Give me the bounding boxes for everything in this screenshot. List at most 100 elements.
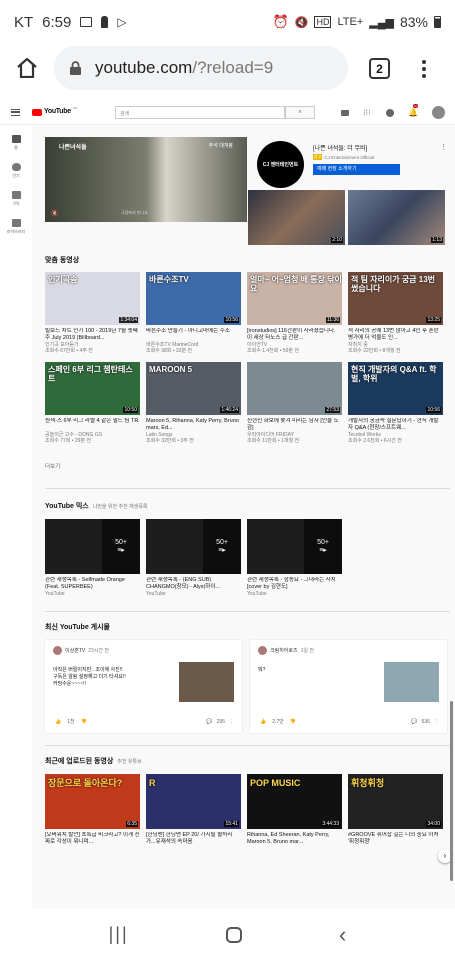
video-thumbnail[interactable]: 인기곡송 1:34:04 <box>45 272 140 325</box>
video-title[interactable]: 개발자의 궁금속 질문답하기 - 현직 개발자 Q&A (현장/스프트웨... <box>348 418 443 432</box>
video-card[interactable]: POP MUSIC 3:44:33 Rihanna, Ed Sheeran, K… <box>247 774 342 846</box>
like-icon[interactable]: 👍 <box>260 719 266 725</box>
mix-title[interactable]: 관련 재생목록 - (ENG SUB) CHANGMO(창모) - Alys(하… <box>146 577 241 591</box>
post-card[interactable]: 크림히어로즈 1일 전 뭐? 👍 2.7만 👎 💬 536 ⋮ <box>250 640 447 733</box>
video-meta: 조회수 67만회 • 4주 전 <box>45 348 93 354</box>
video-card[interactable]: 현직 개발자의 Q&A ft. 학벌, 학위 10:56 개발자의 궁금속 질문… <box>348 362 443 444</box>
post-channel[interactable]: 이상훈TV <box>65 647 85 654</box>
like-icon[interactable]: 👍 <box>55 719 61 725</box>
post-channel[interactable]: 크림히어로즈 <box>270 647 298 654</box>
mix-card[interactable]: 50+ ≡▸ 관련 재생목록 - (ENG SUB) CHANGMO(창모) -… <box>146 519 241 597</box>
clock: 6:59 <box>42 13 72 31</box>
url-bar[interactable]: youtube.com/?reload=9 <box>54 46 348 90</box>
video-title[interactable]: 적 자리의 공에 13번 앉아고 4인 후 혼란 병가에 더 억울도 인... <box>348 328 443 342</box>
mute-icon[interactable]: 🔇 <box>51 210 58 217</box>
video-title[interactable]: 바른수조 만들기 - 아니고마에는 수조 <box>146 328 241 342</box>
video-title[interactable]: #GROOVE 휘어잡 길는 니의 중요 아처 '휘청휘청' <box>348 832 443 846</box>
video-card[interactable]: 장문으로 돌아온다? 6:35 [오버워치 발언] 초특급 비크라고? 이게 진… <box>45 774 140 846</box>
scrollbar[interactable] <box>450 701 453 881</box>
thumbnail-text: 스페인 6부 리그 챔탄테스트 <box>48 365 133 383</box>
yt-header: YouTube KR 검색 ⌕ ⁝⁝⁝ 🔔 9+ <box>0 101 455 125</box>
video-card[interactable]: 얼마~ 어~엄청 배 통장 닦이요 11:36 [ironstudios] 11… <box>247 272 342 354</box>
home-button-icon[interactable] <box>225 926 242 943</box>
video-title[interactable]: [오버워치 발언] 초특급 비크라고? 이게 진짜로 각성이 뭐니며... <box>45 832 140 846</box>
dislike-icon[interactable]: 👎 <box>81 719 87 725</box>
hamburger-icon[interactable] <box>11 109 20 116</box>
ad-channel-name: CJ Entertainment Official <box>324 154 375 160</box>
mix-header: YouTube 믹스 나만을 위한 추천 재생목록 <box>45 501 450 511</box>
kebab-menu-icon[interactable] <box>422 60 426 78</box>
messages-icon[interactable] <box>386 109 394 117</box>
sidebar-item-home[interactable]: 홈 <box>0 135 32 151</box>
ad-more-icon[interactable]: ⋮ <box>440 143 447 151</box>
video-title[interactable]: 신현진 화보에 쫓겨 미리는 남자 [인물 도감] <box>247 418 342 432</box>
avatar[interactable] <box>53 646 62 655</box>
video-thumbnail[interactable]: 휘청휘청 34:00 <box>348 774 443 829</box>
video-title[interactable]: Maroon 5, Rihanna, Katy Perry, Bruno mar… <box>146 418 241 432</box>
search-input[interactable]: 검색 <box>115 106 285 119</box>
back-icon[interactable]: ‹ <box>339 922 346 948</box>
post-card[interactable]: 이상훈TV 23시간 전 아직은 버릴이지만.. 조이에 사진!! 구독은 알림… <box>45 640 242 733</box>
mix-card[interactable]: 50+ ≡▸ 관련 재생목록 - Selfmade Orange (Feat. … <box>45 519 140 597</box>
video-thumbnail[interactable]: 장문으로 돌아온다? 6:35 <box>45 774 140 829</box>
post-image[interactable] <box>179 662 234 702</box>
video-card[interactable]: 바른수조TV 10:56 바른수조 만들기 - 아니고마에는 수조 바른수조TV… <box>146 272 241 354</box>
ad-video[interactable]: 나쁜녀석들 추석 대개봉 극장에서 만나요 🔇 <box>45 137 247 222</box>
search-button[interactable]: ⌕ <box>285 106 315 119</box>
recent-apps-icon[interactable]: ||| <box>109 924 129 945</box>
video-title[interactable]: [ironstudios] 116간판이 사라졌습니다. 이 세상 타노스 급 … <box>247 328 342 342</box>
sidebar-item-trending[interactable]: 인기 <box>0 163 32 179</box>
mix-thumbnail[interactable]: 50+ ≡▸ <box>247 519 342 574</box>
video-card[interactable]: 휘청휘청 34:00 #GROOVE 휘어잡 길는 니의 중요 아처 '휘청휘청… <box>348 774 443 846</box>
video-thumbnail[interactable]: 바른수조TV 10:56 <box>146 272 241 325</box>
sidebar-item-library[interactable]: 라이브러리 <box>0 219 32 235</box>
video-card[interactable]: 적 팀 자리이가 궁금 13번 썼습니다 13:25 적 자리의 공에 13번 … <box>348 272 443 354</box>
video-thumbnail[interactable]: 현직 개발자의 Q&A ft. 학벌, 학위 10:56 <box>348 362 443 415</box>
comment-icon[interactable]: 💬 <box>411 719 417 725</box>
mix-title[interactable]: 관련 재생목록 - Selfmade Orange (Feat. SUPERBE… <box>45 577 140 591</box>
video-card[interactable]: 스페인 6부 리그 챔탄테스트 10:50 원색-스 6부 리그 라벨 4 같은… <box>45 362 140 444</box>
upload-icon[interactable] <box>341 110 349 116</box>
avatar[interactable] <box>258 646 267 655</box>
video-card[interactable]: MAROON 5 1:46:24 Maroon 5, Rihanna, Katy… <box>146 362 241 444</box>
duration: 10:56 <box>224 317 239 323</box>
video-title[interactable]: 빌보드 차트 인기 100 - 2019년 7월 셋째주 July 2019 (… <box>45 328 140 342</box>
video-title[interactable]: Rihanna, Ed Sheeran, Katy Perry, Maroon … <box>247 832 342 846</box>
sidebar-item-subscriptions[interactable]: 구독 <box>0 191 32 207</box>
video-meta: 조회수 2.6천회 • 6시간 전 <box>348 438 402 444</box>
video-thumbnail[interactable]: 적 팀 자리이가 궁금 13번 썼습니다 13:25 <box>348 272 443 325</box>
comment-icon[interactable]: 💬 <box>206 719 212 725</box>
mix-card[interactable]: 50+ ≡▸ 관련 재생목록 - 헝동요 - 그대라는 사치 [cover by… <box>247 519 342 597</box>
apps-icon[interactable]: ⁝⁝⁝ <box>363 109 371 117</box>
video-title[interactable]: [한닝맨] 한닝맨 EP 20/ 가지릴 혈처리가...유재석의 속마음 <box>146 832 241 846</box>
video-card[interactable]: 인기곡송 1:34:04 빌보드 차트 인기 100 - 2019년 7월 셋째… <box>45 272 140 354</box>
mix-thumbnail[interactable]: 50+ ≡▸ <box>45 519 140 574</box>
video-thumbnail[interactable]: 스페인 6부 리그 챔탄테스트 10:50 <box>45 362 140 415</box>
tab-switcher-button[interactable]: 2 <box>369 58 390 79</box>
mix-thumbnail[interactable]: 50+ ≡▸ <box>146 519 241 574</box>
post-image[interactable] <box>384 662 439 702</box>
video-thumbnail[interactable]: R 15:41 <box>146 774 241 829</box>
mix-title[interactable]: 관련 재생목록 - 헝동요 - 그대라는 사치 [cover by 김현도] <box>247 577 342 591</box>
ad-thumb-2[interactable]: 1:13 <box>348 190 445 245</box>
ad-banner: 나쁜녀석들 추석 대개봉 극장에서 만나요 🔇 CJ 엔터테인먼트 [나쁜 녀석… <box>45 137 450 247</box>
ad-channel-logo[interactable]: CJ 엔터테인먼트 <box>257 141 304 188</box>
home-icon[interactable] <box>16 58 38 78</box>
video-title[interactable]: 원색-스 6부 리그 라벨 4 같은 필드 팀 TR <box>45 418 140 432</box>
ad-thumb-1[interactable]: 2:10 <box>248 190 345 245</box>
video-thumbnail[interactable]: 27:53 <box>247 362 342 415</box>
avatar[interactable] <box>432 106 445 119</box>
video-card[interactable]: 27:53 신현진 화보에 쫓겨 미리는 남자 [인물 도감] 우리아이디어 F… <box>247 362 342 444</box>
more-icon[interactable]: ⋮ <box>434 719 439 725</box>
video-card[interactable]: R 15:41 [한닝맨] 한닝맨 EP 20/ 가지릴 혈처리가...유재석의… <box>146 774 241 846</box>
video-thumbnail[interactable]: 얼마~ 어~엄청 배 통장 닦이요 11:36 <box>247 272 342 325</box>
video-thumbnail[interactable]: MAROON 5 1:46:24 <box>146 362 241 415</box>
battery-icon <box>434 16 441 28</box>
dislike-icon[interactable]: 👎 <box>290 719 296 725</box>
more-link[interactable]: 더보기 <box>45 462 450 470</box>
bell-icon[interactable]: 🔔 <box>408 109 418 117</box>
ad-cta-button[interactable]: 예매 현장 소개하기 <box>313 164 400 175</box>
video-thumbnail[interactable]: POP MUSIC 3:44:33 <box>247 774 342 829</box>
more-icon[interactable]: ⋮ <box>229 719 234 725</box>
yt-logo-icon[interactable] <box>32 109 42 116</box>
